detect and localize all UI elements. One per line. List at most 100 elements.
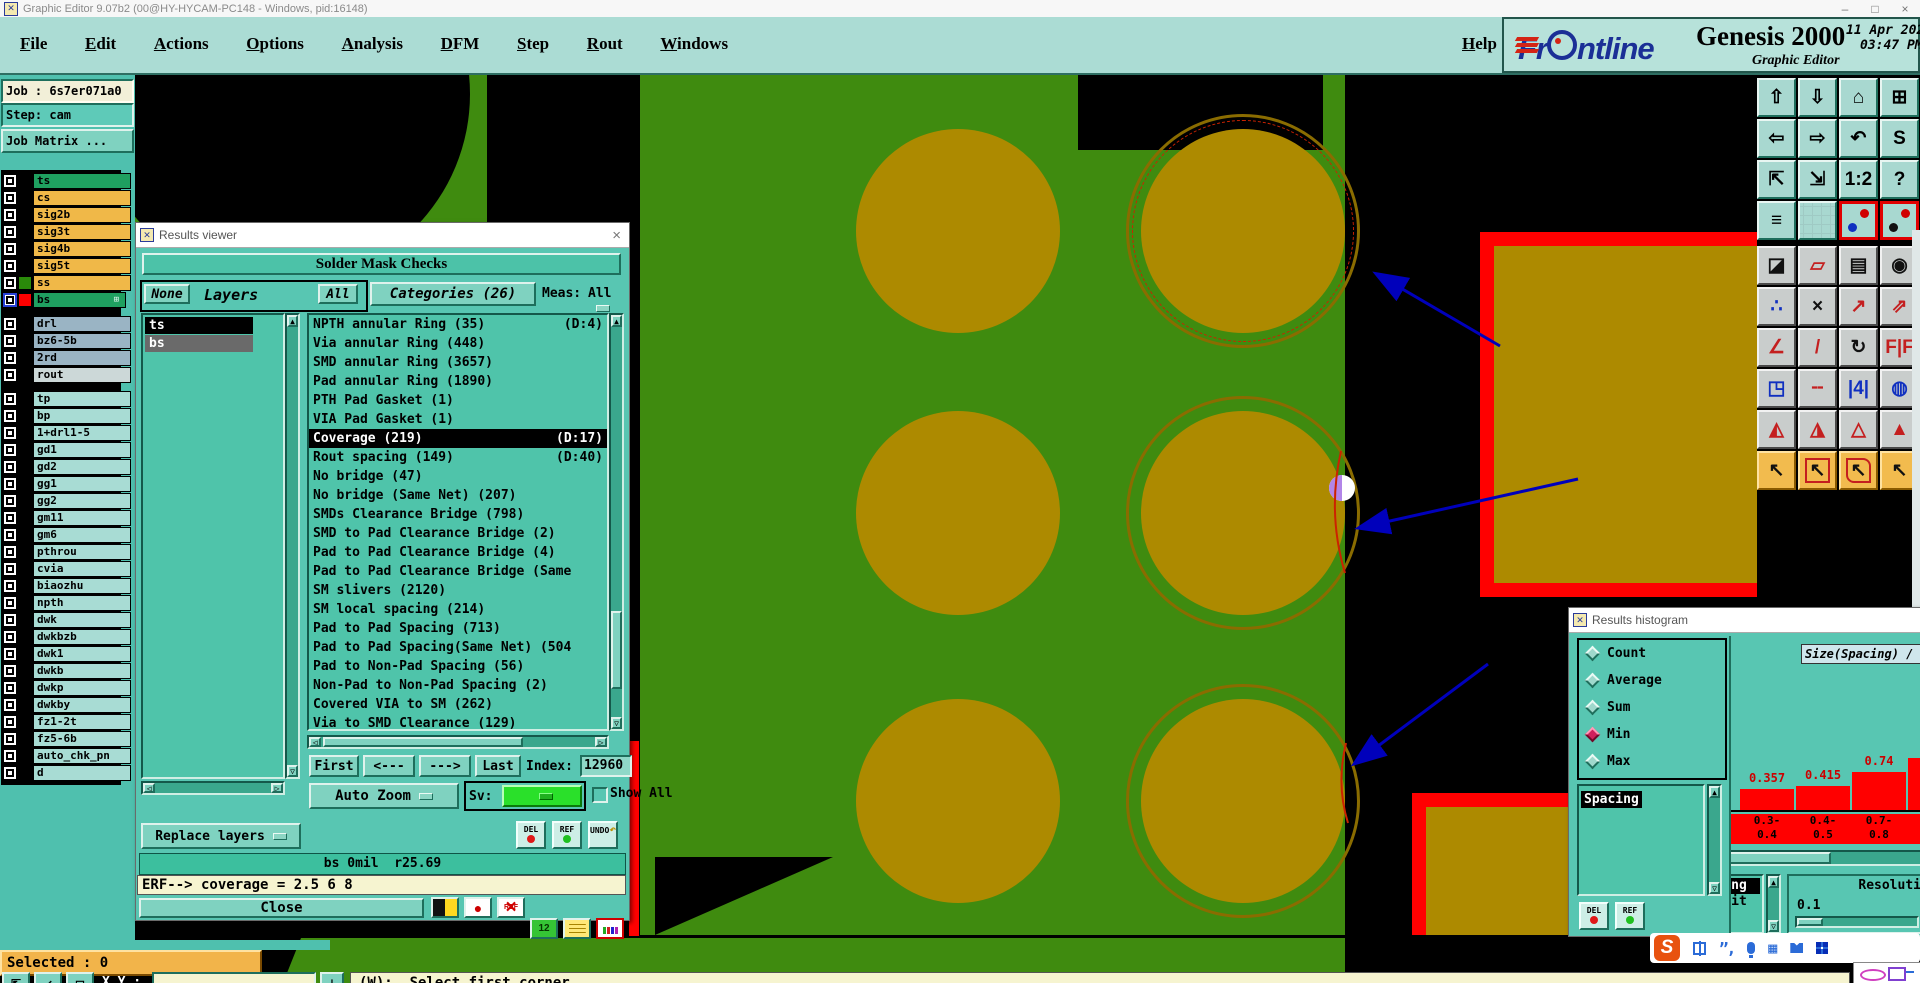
toolbar-button[interactable]: × [1798, 287, 1837, 326]
layer-row[interactable]: gd2 [3, 458, 131, 475]
layer-checkbox-icon[interactable] [3, 173, 17, 188]
toolbar-button[interactable]: |4| [1839, 369, 1878, 408]
layer-checkbox-icon[interactable] [3, 510, 17, 525]
histogram-del-button[interactable]: DEL [1579, 902, 1609, 930]
layer-color-swatch[interactable] [19, 545, 31, 558]
next-button[interactable]: ---> [419, 755, 471, 777]
layer-row[interactable]: gm11 [3, 509, 131, 526]
layer-color-swatch[interactable] [19, 191, 31, 204]
histogram-ref-button[interactable]: REF [1615, 902, 1645, 930]
layer-checkbox-icon[interactable] [3, 292, 17, 307]
category-row[interactable]: SMD to Pad Clearance Bridge (2) [309, 524, 607, 543]
layer-color-swatch[interactable] [19, 208, 31, 221]
layer-checkbox-icon[interactable] [3, 425, 17, 440]
layer-row[interactable]: ts [3, 172, 131, 189]
layer-list-hscroll[interactable]: ◁ ▷ [141, 781, 285, 795]
menu-item[interactable]: Actions [154, 17, 209, 71]
toolbar-button[interactable]: ≡ [1757, 201, 1796, 240]
ref-button[interactable]: REF [552, 821, 582, 849]
layer-checkbox-icon[interactable] [3, 224, 17, 239]
layer-checkbox-icon[interactable] [3, 350, 17, 365]
category-row[interactable]: Rout spacing (149) (D:40) [309, 448, 607, 467]
layer-list-vscroll[interactable]: ▲ ▽ [285, 313, 300, 779]
layer-color-swatch[interactable] [19, 613, 31, 626]
layer-row[interactable]: sig3t [3, 223, 131, 240]
category-row[interactable]: No bridge (47) [309, 467, 607, 486]
toolbar-button[interactable]: ╌ [1798, 369, 1837, 408]
category-row[interactable]: NPTH annular Ring (35) (D:4) [309, 315, 607, 334]
categories-vscroll[interactable]: ▲ ▽ [609, 313, 624, 731]
close-button[interactable]: Close [139, 898, 424, 918]
toolbar-button[interactable]: ⇧ [1757, 78, 1796, 117]
histogram-bin[interactable]: 0.74 [1851, 670, 1907, 810]
layer-checkbox-icon[interactable] [3, 408, 17, 423]
layer-row[interactable]: auto_chk_pn [3, 747, 131, 764]
window-title-bar[interactable]: ✕ Graphic Editor 9.07b2 (00@HY-HYCAM-PC1… [0, 0, 1920, 17]
layer-color-swatch[interactable] [19, 630, 31, 643]
layer-checkbox-icon[interactable] [3, 333, 17, 348]
toolbar-button[interactable]: / [1798, 328, 1837, 367]
punctuation-icon[interactable]: ”, [1719, 939, 1736, 958]
layer-checkbox-icon[interactable] [3, 578, 17, 593]
category-row[interactable]: Pad to Pad Spacing(Same Net) (504 [309, 638, 607, 657]
layer-color-swatch[interactable] [19, 426, 31, 439]
layer-row[interactable]: bz6-5b [3, 332, 131, 349]
layer-checkbox-icon[interactable] [3, 258, 17, 273]
footer-icon-button[interactable] [596, 918, 624, 939]
toolbar-button[interactable]: ⊞ [1880, 78, 1919, 117]
category-row[interactable]: Covered VIA to SM (262) [309, 695, 607, 714]
toolbar-button[interactable]: ⇩ [1798, 78, 1837, 117]
histogram-bin[interactable]: 0.357 [1739, 670, 1795, 810]
layer-color-swatch[interactable] [19, 681, 31, 694]
pad[interactable] [856, 411, 1060, 615]
chinese-mode-icon[interactable] [1693, 940, 1706, 956]
layer-row[interactable]: rout [3, 366, 131, 383]
category-row[interactable]: Pad annular Ring (1890) [309, 372, 607, 391]
toolbox-grid-icon[interactable] [1816, 942, 1829, 954]
layer-row[interactable]: drl [3, 315, 131, 332]
layer-color-swatch[interactable] [19, 460, 31, 473]
last-button[interactable]: Last [475, 755, 521, 777]
stat-option[interactable]: Max [1579, 748, 1725, 775]
del-button[interactable]: DEL [516, 821, 546, 849]
layer-row[interactable]: gm6 [3, 526, 131, 543]
layer-row[interactable]: cs [3, 189, 131, 206]
meas-dropdown[interactable]: All [588, 286, 629, 316]
measure-item[interactable]: Spacing [1581, 791, 1642, 808]
checks-header-button[interactable]: Solder Mask Checks [142, 253, 621, 275]
toolbar-button[interactable] [1839, 201, 1878, 240]
layer-checkbox-icon[interactable] [3, 748, 17, 763]
footer-icon-button[interactable] [563, 918, 591, 939]
sogou-logo-icon[interactable]: S [1654, 935, 1680, 961]
layer-row[interactable]: fz1-2t [3, 713, 131, 730]
result-layer-item[interactable]: bs [145, 335, 253, 352]
layer-row[interactable]: sig4b [3, 240, 131, 257]
stat-option[interactable]: Average [1579, 667, 1725, 694]
layer-color-swatch[interactable] [19, 698, 31, 711]
category-row[interactable]: VIA Pad Gasket (1) [309, 410, 607, 429]
none-button[interactable]: None [144, 284, 190, 304]
toolbar-button[interactable]: ◮ [1798, 410, 1837, 449]
menu-item[interactable]: Options [246, 17, 304, 71]
menu-item[interactable]: Analysis [342, 17, 403, 71]
footer-icon-button[interactable] [431, 897, 459, 918]
layer-row[interactable]: bp [3, 407, 131, 424]
pad[interactable] [1141, 129, 1345, 333]
category-row[interactable]: SM local spacing (214) [309, 600, 607, 619]
layer-checkbox-icon[interactable] [3, 493, 17, 508]
category-row[interactable]: Pad to Pad Clearance Bridge (4) [309, 543, 607, 562]
layer-row[interactable]: dwk1 [3, 645, 131, 662]
auto-zoom-dropdown[interactable]: Auto Zoom [309, 783, 459, 809]
footer-icon-button[interactable]: ● [464, 897, 492, 918]
first-button[interactable]: First [309, 755, 359, 777]
layer-checkbox-icon[interactable] [3, 190, 17, 205]
category-row[interactable]: Non-Pad to Non-Pad Spacing (2) [309, 676, 607, 695]
layer-row[interactable]: pthrou [3, 543, 131, 560]
minimize-icon[interactable]: – [1830, 2, 1860, 16]
layer-checkbox-icon[interactable] [3, 680, 17, 695]
layer-color-swatch[interactable] [19, 293, 31, 306]
layer-checkbox-icon[interactable] [3, 207, 17, 222]
category-row[interactable]: Via annular Ring (448) [309, 334, 607, 353]
series-item[interactable]: Circuit [1731, 894, 1760, 910]
toolbar-button[interactable] [1798, 201, 1837, 240]
